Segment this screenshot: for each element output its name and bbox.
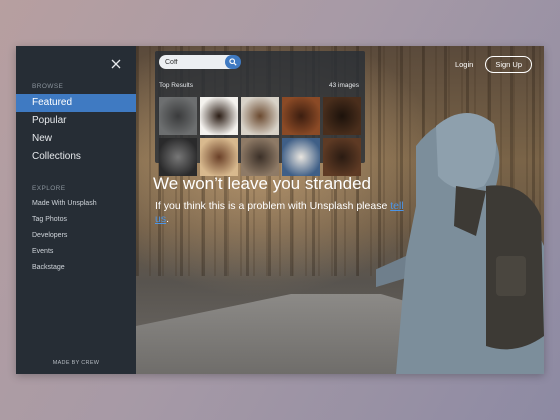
made-by-crew-link[interactable]: MADE BY CREW [16, 360, 136, 366]
sidebar-item-collections[interactable]: Collections [16, 148, 136, 166]
error-title: We won’t leave you stranded [153, 174, 371, 193]
search-results-panel: Top Results 43 images [155, 51, 365, 176]
explore-nav: Made With Unsplash Tag Photos Developers… [16, 196, 136, 276]
thumbnail-1[interactable] [159, 97, 197, 135]
thumbnail-6[interactable] [159, 138, 197, 176]
sidebar: BROWSE Featured Popular New Collections … [16, 46, 136, 374]
search-box [159, 55, 241, 69]
sidebar-item-tag-photos[interactable]: Tag Photos [16, 212, 136, 228]
login-link[interactable]: Login [455, 60, 473, 69]
sidebar-item-made-with-unsplash[interactable]: Made With Unsplash [16, 196, 136, 212]
thumbnail-9[interactable] [282, 138, 320, 176]
hero-background-photo: Login Sign Up Top Results 43 images [136, 46, 544, 374]
error-subtitle-suffix: . [166, 213, 170, 225]
hitchhiker-figure [376, 112, 544, 374]
browse-section-label: BROWSE [32, 83, 64, 90]
search-button[interactable] [225, 55, 241, 69]
top-results-label: Top Results [159, 82, 193, 89]
error-subtitle-text: If you think this is a problem with Unsp… [155, 200, 391, 212]
thumbnail-5[interactable] [323, 97, 361, 135]
results-count: 43 images [329, 82, 359, 89]
sidebar-item-events[interactable]: Events [16, 244, 136, 260]
sidebar-item-developers[interactable]: Developers [16, 228, 136, 244]
sidebar-item-backstage[interactable]: Backstage [16, 260, 136, 276]
app-window: BROWSE Featured Popular New Collections … [16, 46, 544, 374]
auth-controls: Login Sign Up [455, 56, 532, 73]
thumbnail-2[interactable] [200, 97, 238, 135]
thumbnail-10[interactable] [323, 138, 361, 176]
sidebar-item-popular[interactable]: Popular [16, 112, 136, 130]
thumbnail-7[interactable] [200, 138, 238, 176]
sidebar-item-featured[interactable]: Featured [16, 94, 136, 112]
browse-nav: Featured Popular New Collections [16, 94, 136, 166]
explore-section-label: EXPLORE [32, 185, 66, 192]
close-icon[interactable] [110, 58, 122, 70]
thumbnail-8[interactable] [241, 138, 279, 176]
error-subtitle: If you think this is a problem with Unsp… [155, 200, 405, 226]
search-icon [229, 58, 237, 66]
sidebar-item-new[interactable]: New [16, 130, 136, 148]
search-input[interactable] [165, 57, 219, 67]
thumbnail-3[interactable] [241, 97, 279, 135]
signup-button[interactable]: Sign Up [485, 56, 532, 73]
thumbnail-4[interactable] [282, 97, 320, 135]
results-header: Top Results 43 images [159, 82, 359, 89]
